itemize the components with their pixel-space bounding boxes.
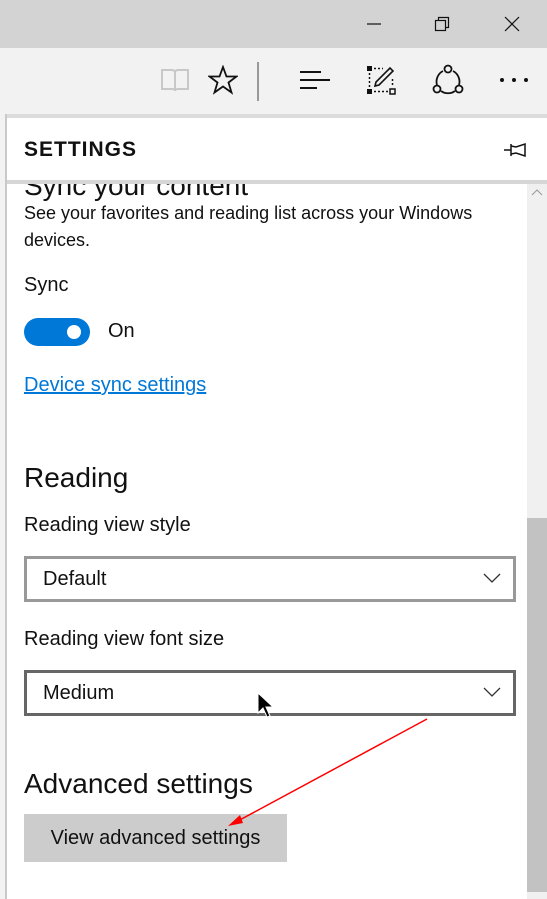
pin-button[interactable] [501,138,531,162]
web-note-button[interactable] [359,58,403,102]
hub-icon [300,71,330,89]
reading-view-font-size-label: Reading view font size [24,628,225,650]
reading-view-button[interactable] [153,58,197,102]
sync-toggle-state: On [108,320,135,342]
share-button[interactable] [426,58,470,102]
close-button[interactable] [478,0,546,48]
share-icon [432,64,464,95]
panel-header: SETTINGS [7,118,547,183]
minimize-button[interactable] [340,0,408,48]
hub-button[interactable] [293,58,337,102]
restore-icon [434,16,450,32]
panel-scrollbar[interactable] [527,184,547,899]
header-divider [7,180,547,184]
close-icon [504,16,520,32]
reading-view-style-select[interactable]: Default [24,556,516,602]
scrollbar-thumb[interactable] [527,518,547,892]
reading-view-font-size-select[interactable]: Medium [24,670,516,716]
title-bar [0,0,547,48]
minimize-icon [367,23,381,25]
sync-description: See your favorites and reading list acro… [24,203,473,250]
select-value: Default [43,568,107,590]
toolbar-separator [257,62,259,101]
reading-view-style-label: Reading view style [24,514,191,536]
chevron-down-icon [483,687,501,697]
favorites-star-icon [208,65,238,95]
advanced-settings-heading: Advanced settings [24,768,253,799]
browser-toolbar [0,48,547,114]
sync-label: Sync [24,274,69,296]
web-note-icon [367,66,396,95]
panel-title: SETTINGS [24,138,138,161]
select-value: Medium [43,682,115,704]
pin-icon [504,142,526,158]
settings-panel: SETTINGS Sync your content See your favo… [7,114,547,899]
chevron-down-icon [483,573,501,583]
favorites-button[interactable] [201,58,245,102]
more-icon [500,78,528,82]
chevron-up-icon [531,188,543,195]
scroll-up-button[interactable] [527,184,547,200]
reading-view-icon [161,69,189,92]
toggle-knob [67,325,81,339]
reading-section-heading: Reading [24,462,129,493]
more-button[interactable] [492,58,536,102]
restore-button[interactable] [408,0,476,48]
view-advanced-settings-button[interactable]: View advanced settings [24,814,287,862]
settings-content: Sync your content See your favorites and… [7,184,522,899]
device-sync-settings-link[interactable]: Device sync settings [24,374,206,397]
sync-toggle[interactable] [24,318,90,346]
